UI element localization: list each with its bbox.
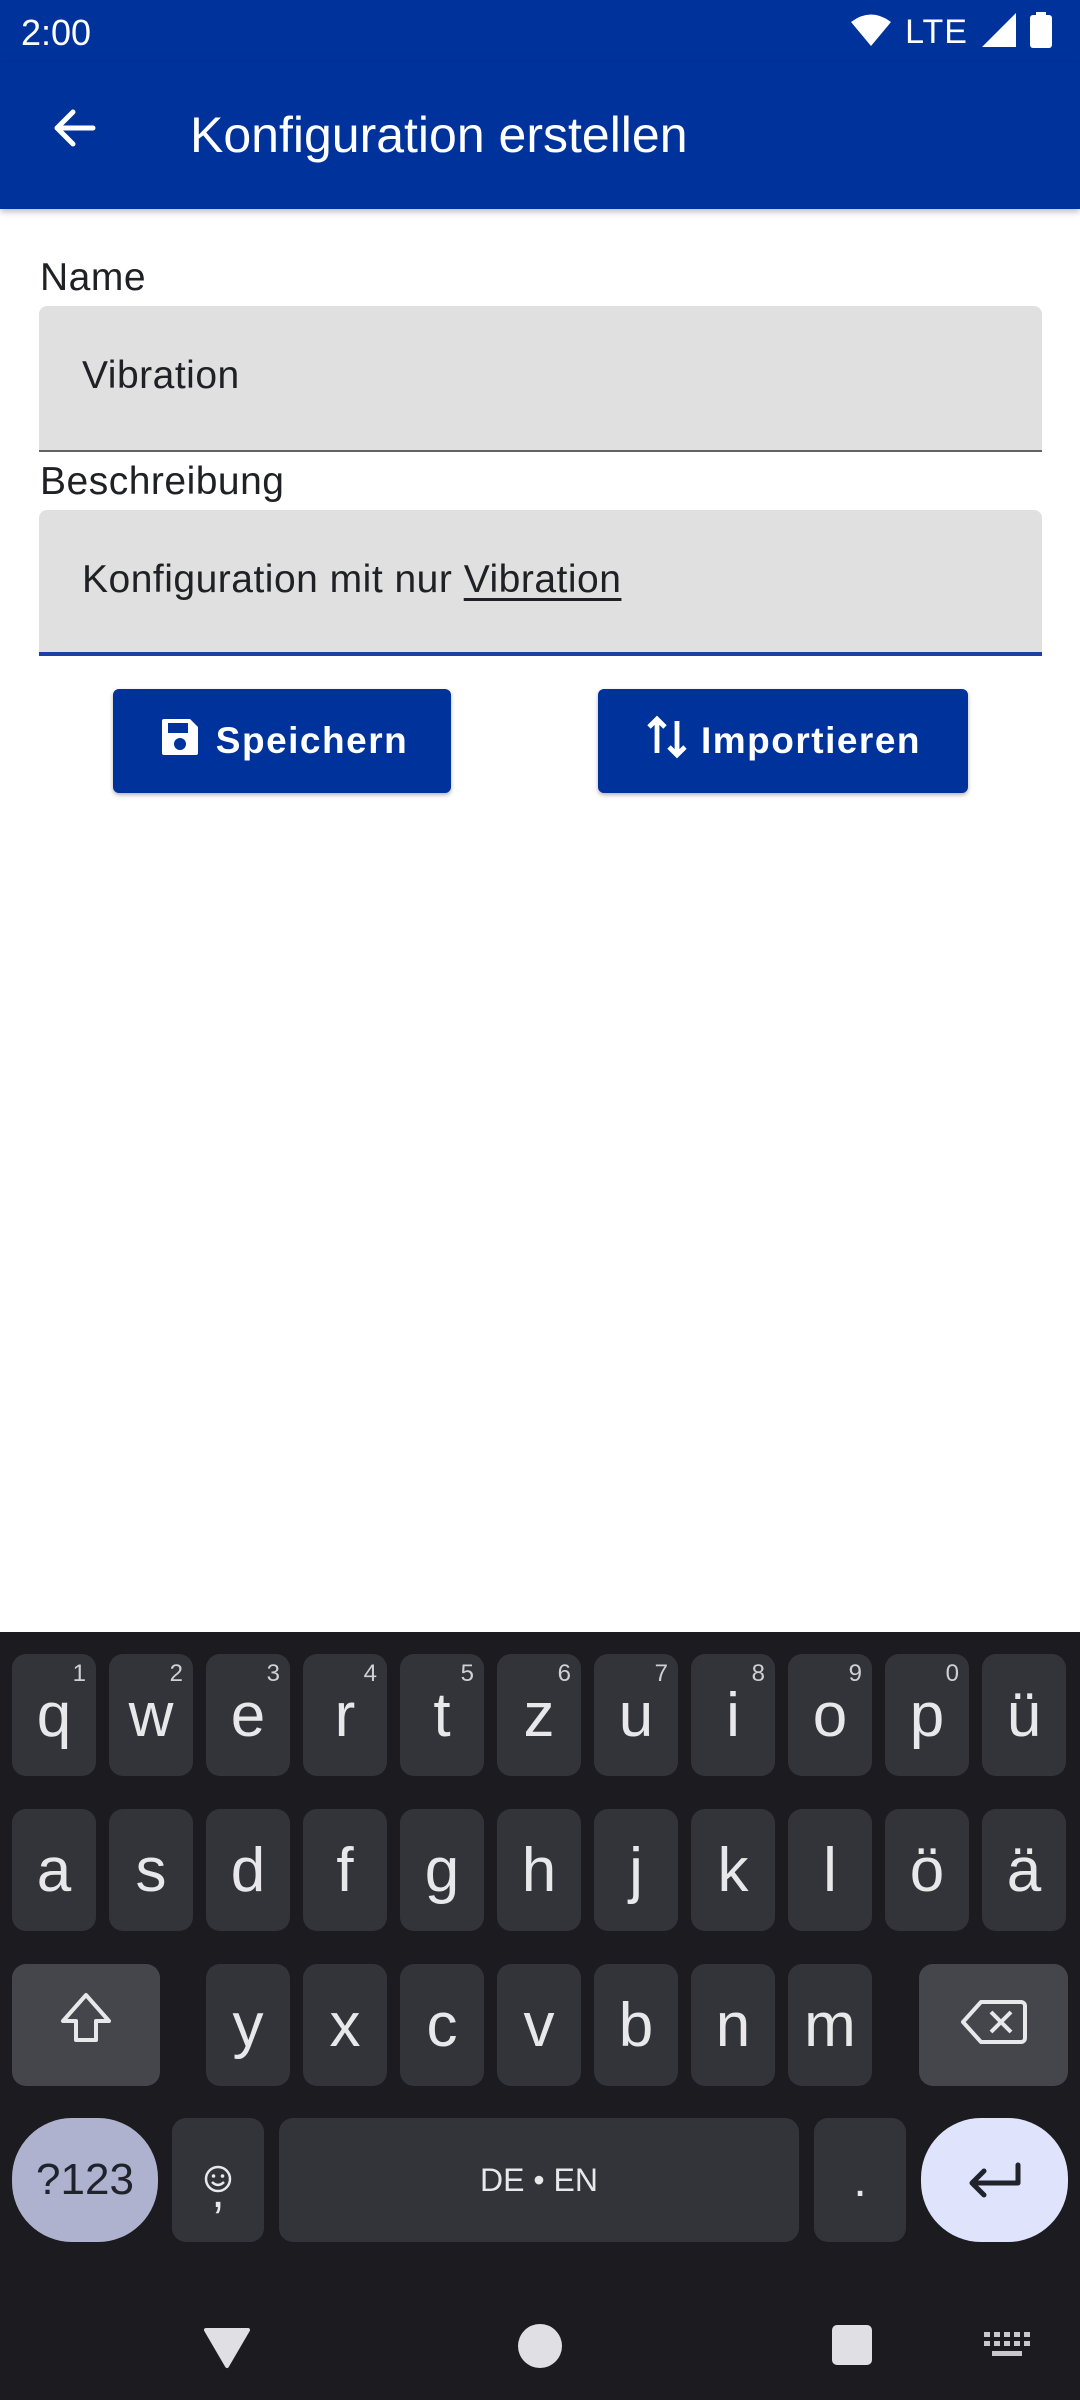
key-ö[interactable]: ö: [885, 1809, 969, 1931]
key-ü[interactable]: ü: [982, 1654, 1066, 1776]
key-label: p: [909, 1680, 945, 1750]
key-t[interactable]: t5: [400, 1654, 484, 1776]
backspace-key[interactable]: [919, 1964, 1068, 2086]
key-label: r: [334, 1680, 356, 1750]
key-label: q: [36, 1680, 72, 1750]
key-label: t: [433, 1680, 451, 1750]
key-p[interactable]: p0: [885, 1654, 969, 1776]
nav-home-icon[interactable]: [517, 2323, 563, 2374]
key-hint: 1: [72, 1660, 86, 1687]
key-hint: 0: [945, 1660, 959, 1687]
key-n[interactable]: n: [691, 1964, 775, 2086]
comma-emoji-key[interactable]: ,: [172, 2118, 264, 2242]
key-m[interactable]: m: [788, 1964, 872, 2086]
key-hint: 2: [169, 1660, 183, 1687]
shift-key[interactable]: [12, 1964, 160, 2086]
status-time: 2:00: [21, 12, 92, 53]
key-hint: 3: [266, 1660, 280, 1687]
key-q[interactable]: q1: [12, 1654, 96, 1776]
key-d[interactable]: d: [206, 1809, 290, 1931]
name-field[interactable]: Vibration: [39, 306, 1042, 452]
save-button[interactable]: Speichern: [113, 689, 451, 793]
key-hint: 4: [363, 1660, 377, 1687]
key-z[interactable]: z6: [497, 1654, 581, 1776]
key-e[interactable]: e3: [206, 1654, 290, 1776]
key-c[interactable]: c: [400, 1964, 484, 2086]
key-h[interactable]: h: [497, 1809, 581, 1931]
key-hint: 9: [848, 1660, 862, 1687]
key-f[interactable]: f: [303, 1809, 387, 1931]
status-icons: LTE: [851, 10, 1052, 54]
key-g[interactable]: g: [400, 1809, 484, 1931]
description-label: Beschreibung: [40, 460, 285, 503]
key-l[interactable]: l: [788, 1809, 872, 1931]
shift-icon: [57, 1989, 115, 2062]
import-label: Importieren: [700, 720, 922, 761]
description-field-value: Konfiguration mit nur Vibration: [82, 558, 621, 602]
keyboard: q1w2e3r4t5z6u7i8o9p0ü asdfghjklöä yxcvbn…: [0, 1632, 1080, 2400]
key-hint: 5: [460, 1660, 474, 1687]
wifi-icon: [851, 13, 892, 52]
key-j[interactable]: j: [594, 1809, 678, 1931]
nav-recents-icon[interactable]: [831, 2324, 873, 2371]
key-hint: 7: [654, 1660, 668, 1687]
key-hint: 6: [557, 1660, 571, 1687]
enter-key[interactable]: [921, 2118, 1068, 2242]
key-k[interactable]: k: [691, 1809, 775, 1931]
key-b[interactable]: b: [594, 1964, 678, 2086]
description-field[interactable]: Konfiguration mit nur Vibration: [39, 510, 1042, 656]
description-composing-text: Vibration: [463, 558, 622, 601]
import-button[interactable]: Importieren: [598, 689, 968, 793]
key-label: w: [128, 1680, 174, 1750]
name-field-value: Vibration: [82, 354, 240, 397]
key-label: o: [812, 1680, 848, 1750]
nav-back-icon[interactable]: [202, 2326, 252, 2375]
key-u[interactable]: u7: [594, 1654, 678, 1776]
signal-icon: [982, 12, 1016, 52]
navigation-bar: [0, 2290, 1080, 2400]
key-label: ü: [1006, 1680, 1042, 1750]
backspace-icon: [960, 1990, 1027, 2061]
comma-label: ,: [211, 2165, 225, 2218]
swap-vertical-icon: [645, 713, 689, 770]
key-ä[interactable]: ä: [982, 1809, 1066, 1931]
key-s[interactable]: s: [109, 1809, 193, 1931]
save-icon: [156, 713, 204, 770]
network-type: LTE: [905, 12, 968, 51]
keyboard-switch-icon[interactable]: [984, 2332, 1030, 2363]
key-a[interactable]: a: [12, 1809, 96, 1931]
key-o[interactable]: o9: [788, 1654, 872, 1776]
save-label: Speichern: [215, 720, 409, 761]
key-x[interactable]: x: [303, 1964, 387, 2086]
battery-icon: [1030, 11, 1052, 53]
key-r[interactable]: r4: [303, 1654, 387, 1776]
back-button[interactable]: [40, 96, 108, 164]
key-y[interactable]: y: [206, 1964, 290, 2086]
period-key[interactable]: .: [814, 2118, 906, 2242]
symbols-key[interactable]: ?123: [12, 2118, 158, 2242]
space-key[interactable]: DE • EN: [279, 2118, 799, 2242]
key-v[interactable]: v: [497, 1964, 581, 2086]
key-i[interactable]: i8: [691, 1654, 775, 1776]
back-arrow-icon: [51, 105, 97, 156]
key-label: z: [523, 1680, 555, 1750]
name-label: Name: [40, 256, 147, 299]
key-label: e: [230, 1680, 266, 1750]
key-label: u: [618, 1680, 654, 1750]
key-w[interactable]: w2: [109, 1654, 193, 1776]
key-hint: 8: [751, 1660, 765, 1687]
enter-icon: [966, 2145, 1024, 2216]
description-text: Konfiguration mit nur: [82, 558, 464, 601]
page-title: Konfiguration erstellen: [190, 107, 688, 163]
key-label: i: [726, 1680, 740, 1750]
